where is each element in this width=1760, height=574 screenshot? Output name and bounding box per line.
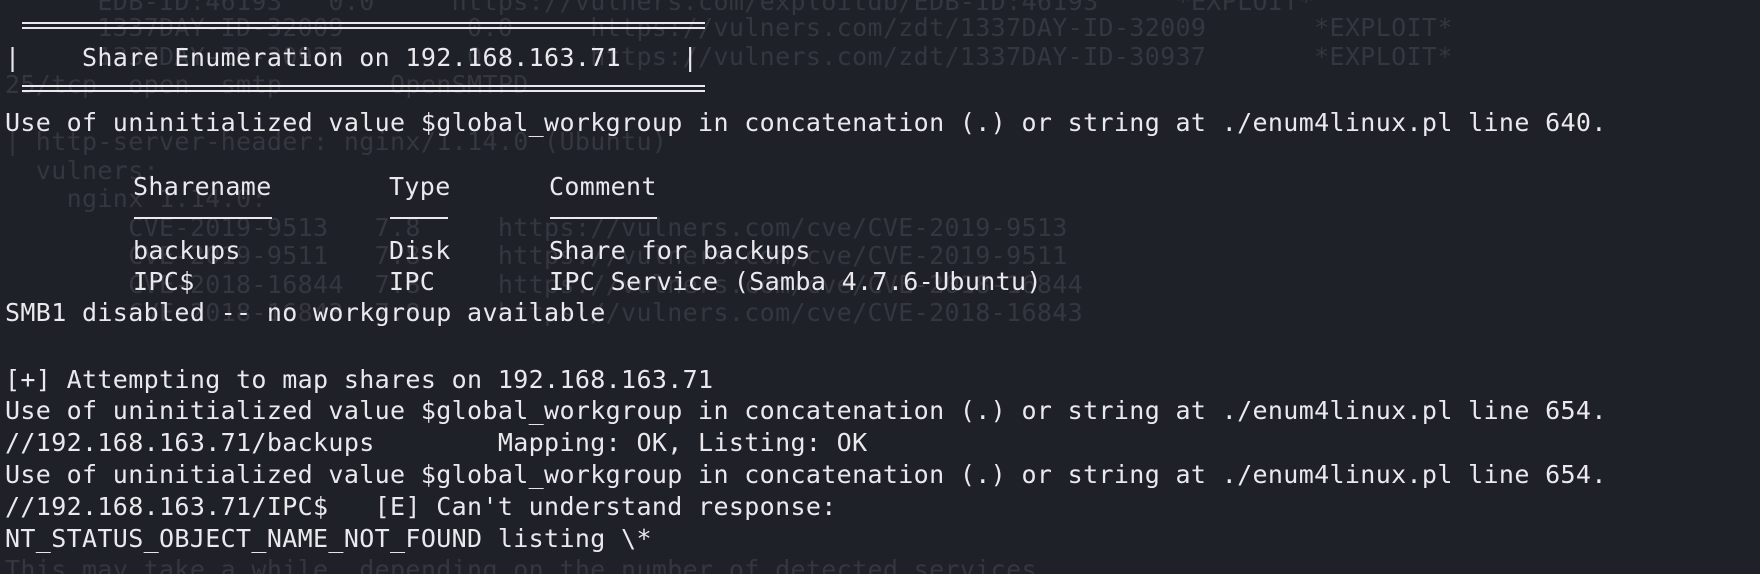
warning-line: Use of uninitialized value $global_workg… (5, 460, 1607, 489)
status-line: SMB1 disabled -- no workgroup available (5, 298, 606, 327)
banner-bottom-rule (22, 85, 705, 92)
comment-underline (550, 217, 657, 219)
mapping-result-line: //192.168.163.71/backups Mapping: OK, Li… (5, 428, 868, 457)
banner-title: | Share Enumeration on 192.168.163.71 | (5, 43, 699, 72)
sharename-underline (134, 217, 272, 219)
error-line: NT_STATUS_OBJECT_NAME_NOT_FOUND listing … (5, 524, 652, 553)
column-header-comment: Comment (549, 172, 657, 201)
column-header-sharename: Sharename (133, 172, 272, 201)
column-header-type: Type (389, 172, 451, 201)
table-cell-sharename: backups (133, 236, 241, 265)
warning-line: Use of uninitialized value $global_workg… (5, 108, 1607, 137)
banner-top-rule (22, 22, 705, 29)
mapping-result-line: //192.168.163.71/IPC$ [E] Can't understa… (5, 492, 837, 521)
table-cell-comment: IPC Service (Samba 4.7.6-Ubuntu) (549, 267, 1042, 296)
type-underline (390, 217, 448, 219)
table-cell-type: Disk (389, 236, 451, 265)
warning-line: Use of uninitialized value $global_workg… (5, 396, 1607, 425)
status-line: [+] Attempting to map shares on 192.168.… (5, 365, 714, 394)
terminal-window[interactable]: EDB-ID:46193 0.0 https://vulners.com/exp… (0, 0, 1760, 574)
table-cell-comment: Share for backups (549, 236, 811, 265)
table-cell-type: IPC (389, 267, 436, 296)
table-cell-sharename: IPC$ (133, 267, 195, 296)
terminal-output: | Share Enumeration on 192.168.163.71 | … (0, 0, 1760, 574)
